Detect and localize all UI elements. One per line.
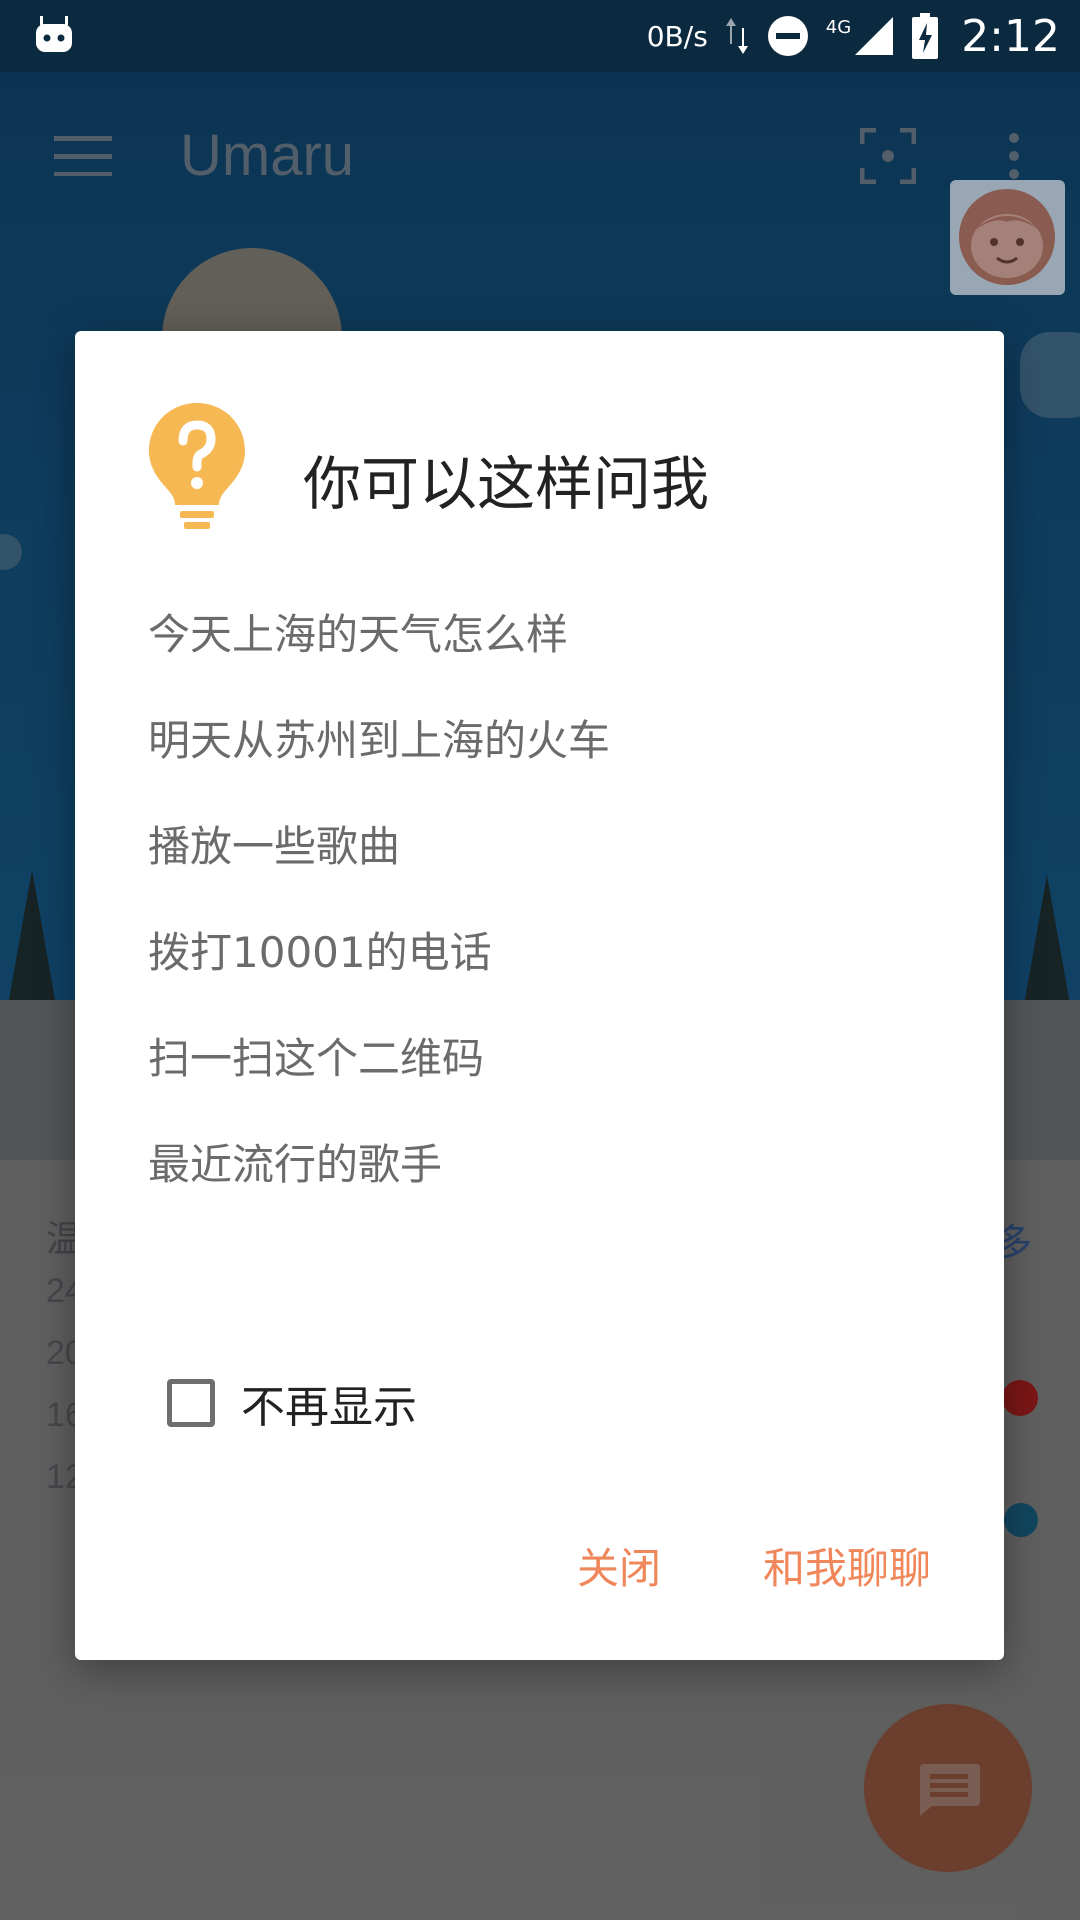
close-button[interactable]: 关闭 <box>577 1535 661 1596</box>
dont-show-again-label[interactable]: 不再显示 <box>241 1371 417 1435</box>
data-transfer-icon <box>725 18 748 54</box>
status-bar: 0B/s 4G 2:12 <box>0 0 1080 72</box>
suggestion-item[interactable]: 拨打10001的电话 <box>148 919 610 1025</box>
suggestion-item[interactable]: 播放一些歌曲 <box>148 813 610 919</box>
status-icons: 0B/s 4G 2:12 <box>647 0 1060 72</box>
android-robot-icon <box>36 16 72 52</box>
dialog-title: 你可以这样问我 <box>303 450 710 518</box>
question-bulb-icon <box>149 403 245 529</box>
suggestion-item[interactable]: 今天上海的天气怎么样 <box>148 601 610 707</box>
chat-with-me-button[interactable]: 和我聊聊 <box>763 1535 931 1596</box>
suggestions-dialog: 你可以这样问我 今天上海的天气怎么样 明天从苏州到上海的火车 播放一些歌曲 拨打… <box>75 331 1004 1660</box>
network-type: 4G <box>825 16 852 38</box>
dont-show-again-row[interactable]: 不再显示 <box>167 1371 417 1435</box>
do-not-disturb-icon <box>767 16 808 56</box>
suggestion-item[interactable]: 明天从苏州到上海的火车 <box>148 707 610 813</box>
suggestion-item[interactable]: 最近流行的歌手 <box>148 1131 610 1237</box>
dont-show-again-checkbox[interactable] <box>167 1379 215 1427</box>
clock: 2:12 <box>961 10 1060 62</box>
net-speed: 0B/s <box>646 19 708 53</box>
suggestion-list: 今天上海的天气怎么样 明天从苏州到上海的火车 播放一些歌曲 拨打10001的电话… <box>148 601 610 1237</box>
battery-charging-icon <box>912 13 939 59</box>
suggestion-item[interactable]: 扫一扫这个二维码 <box>148 1025 610 1131</box>
signal-icon <box>855 17 894 55</box>
